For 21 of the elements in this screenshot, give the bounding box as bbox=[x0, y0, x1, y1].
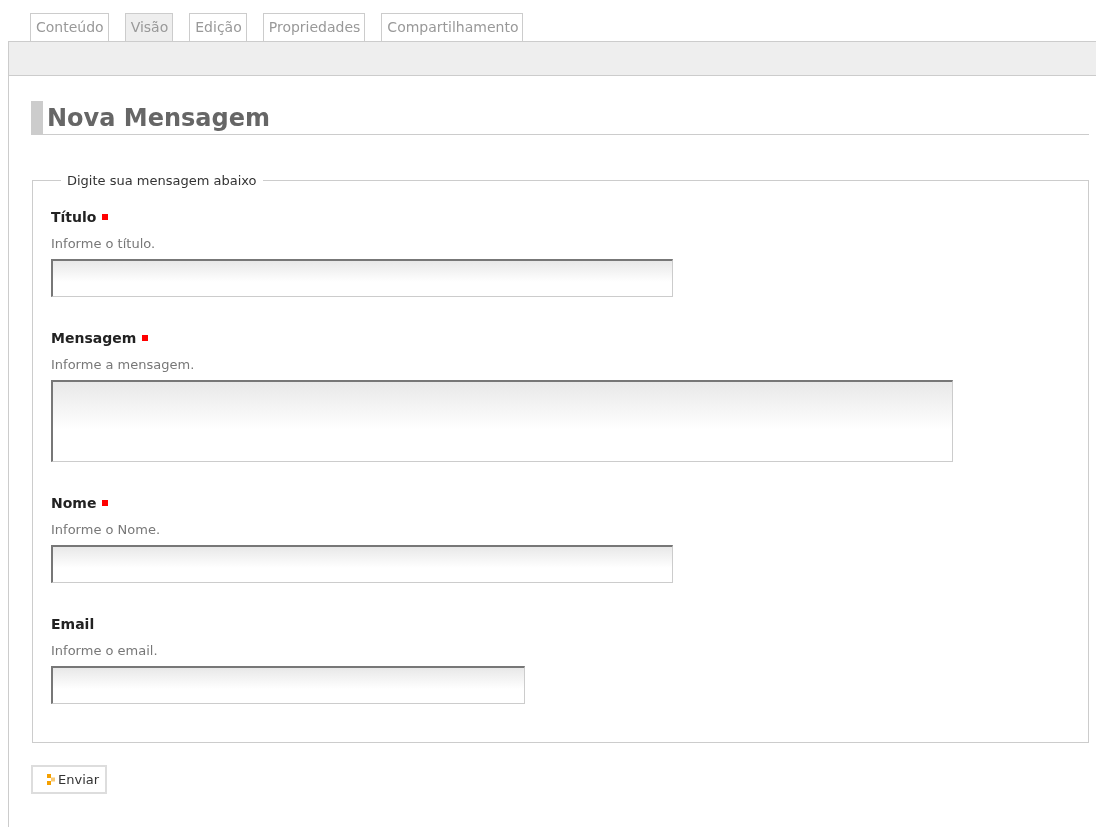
input-field[interactable] bbox=[51, 545, 673, 583]
field-help: Informe o email. bbox=[51, 643, 159, 658]
tab[interactable]: Conteúdo bbox=[30, 13, 109, 41]
field-label: Email bbox=[51, 616, 95, 632]
field-label: Mensagem bbox=[51, 330, 137, 346]
tab[interactable]: Edição bbox=[189, 13, 247, 41]
page-heading: Nova Mensagem bbox=[31, 101, 1089, 135]
field-help: Informe o Nome. bbox=[51, 522, 162, 537]
arrow-icon bbox=[47, 774, 56, 785]
send-button[interactable]: Enviar bbox=[31, 765, 108, 794]
tab[interactable]: Compartilhamento bbox=[381, 13, 524, 41]
field-label: Nome bbox=[51, 495, 97, 511]
field-help: Informe o título. bbox=[51, 236, 157, 251]
fieldset-legend: Digite sua mensagem abaixo bbox=[61, 173, 263, 188]
input-field[interactable] bbox=[51, 259, 673, 297]
tab[interactable]: Visão bbox=[124, 13, 174, 41]
message-field[interactable] bbox=[51, 380, 953, 462]
field-label: Título bbox=[51, 209, 97, 225]
email-field[interactable] bbox=[51, 666, 525, 704]
field-help: Informe a mensagem. bbox=[51, 357, 196, 372]
tab[interactable]: Propriedades bbox=[262, 13, 366, 41]
